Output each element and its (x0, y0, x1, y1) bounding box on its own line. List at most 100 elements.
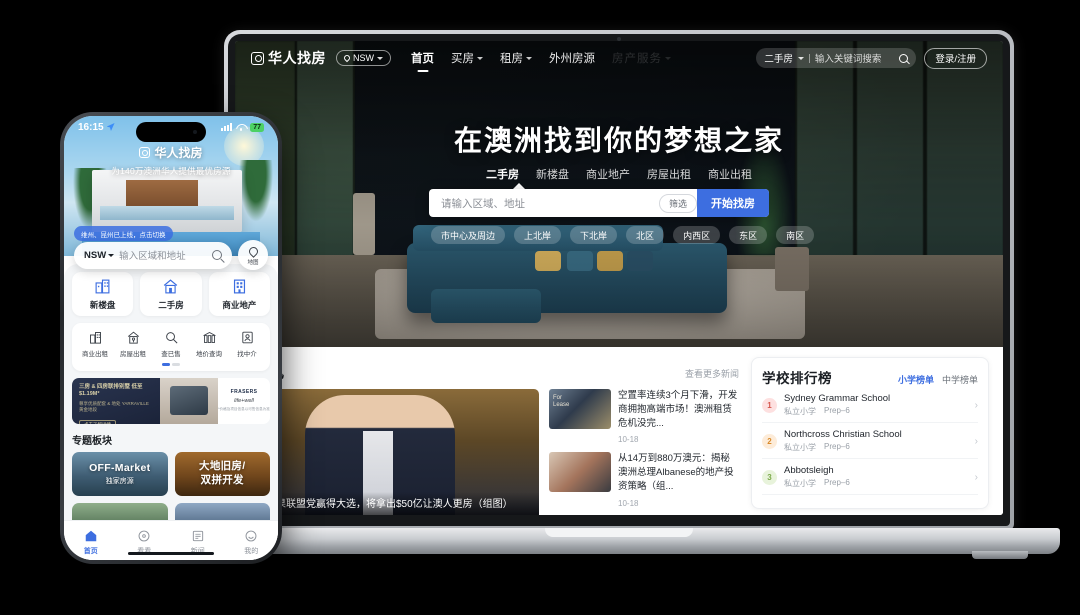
quick-links-row: 商业出租 房屋出租 查已售 地价查询 找中介 (76, 330, 266, 358)
news-thumbnail (549, 452, 611, 493)
category-label: 二手房 (158, 299, 184, 310)
school-row[interactable]: 3 Abbotsleigh 私立小学 Prep–6 › (762, 459, 978, 495)
hero-tab-house-rent[interactable]: 房屋出租 (647, 166, 691, 182)
quick-link-commercial-rent[interactable]: 商业出租 (76, 330, 114, 358)
phone-section-title: 专题板块 (72, 435, 112, 447)
laptop-screen: 华人找房 NSW 首页 买房 租房 外州房源 房产服务 二手房 输入关键词搜索 … (235, 41, 1003, 515)
map-button[interactable]: 地图 (238, 240, 268, 270)
start-search-button[interactable]: 开始找房 (697, 189, 769, 217)
tab-primary-ranking[interactable]: 小学榜单 (898, 373, 934, 386)
hero-banner: 华人找房 NSW 首页 买房 租房 外州房源 房产服务 二手房 输入关键词搜索 … (235, 41, 1003, 347)
brand-name: 华人找房 (268, 50, 326, 66)
region-selector[interactable]: NSW (336, 50, 391, 66)
nav-item-home[interactable]: 首页 (411, 50, 434, 66)
quick-link-agent[interactable]: 找中介 (228, 330, 266, 358)
category-label: 新楼盘 (89, 299, 116, 310)
advertisement-banner[interactable]: 三房 & 四房联排别墅 低至 $1.19M* 尊享优质配套 & 地处 YARRA… (72, 377, 270, 424)
decor (375, 439, 384, 485)
hero-search-input[interactable]: 请输入区域、地址 (429, 189, 659, 217)
hero-tab-new[interactable]: 新楼盘 (536, 166, 569, 182)
news-section: 资讯 查看更多新闻 ：如果联盟党赢得大选，将拿出$50亿让澳人更房（组图） (249, 357, 739, 515)
news-item-title: 从14万到880万澳元：揭秘澳洲总理Albanese的地产投资策略（组... (618, 453, 734, 492)
header-search-input[interactable]: 输入关键词搜索 (815, 51, 894, 65)
news-icon (192, 530, 203, 541)
map-button-label: 地图 (247, 259, 259, 266)
category-card-new-development[interactable]: 新楼盘 (72, 272, 134, 316)
nav-links: 首页 买房 租房 外州房源 房产服务 (411, 50, 671, 66)
nav-item-services[interactable]: 房产服务 (612, 50, 671, 66)
quick-link-sold[interactable]: 查已售 (152, 330, 190, 358)
region-chip[interactable]: 市中心及周边 (431, 226, 506, 244)
header-search[interactable]: 二手房 输入关键词搜索 (756, 48, 917, 68)
quick-link-label: 房屋出租 (120, 351, 146, 358)
hero-villa-image (92, 170, 242, 232)
tab-profile[interactable]: 我的 (225, 529, 279, 556)
topic-tile-land-development[interactable]: 大地旧房/ 双拼开发 (174, 451, 270, 496)
category-card-secondhand[interactable]: 二手房 (140, 272, 202, 316)
nav-item-buy[interactable]: 买房 (451, 50, 483, 66)
header-search-category[interactable]: 二手房 (764, 51, 793, 65)
phone-category-cards: 新楼盘 二手房 商业地产 (72, 272, 270, 316)
region-chip[interactable]: 下北岸 (570, 226, 618, 244)
chevron-down-icon (377, 56, 383, 60)
phone-search-bar[interactable]: NSW 输入区域和地址 (74, 241, 232, 269)
region-chip[interactable]: 东区 (729, 226, 768, 244)
status-time-group: 16:15 (78, 122, 115, 133)
quick-link-land-price[interactable]: 地价查询 (190, 330, 228, 358)
filter-button[interactable]: 筛选 (658, 193, 697, 213)
news-body: ：如果联盟党赢得大选，将拿出$50亿让澳人更房（组图） 空置率连续3个月下滑，开… (249, 389, 739, 515)
tab-secondary-ranking[interactable]: 中学榜单 (942, 373, 978, 386)
school-row[interactable]: 1 Sydney Grammar School 私立小学 Prep–6 › (762, 387, 978, 423)
rank-badge: 2 (762, 433, 777, 449)
ad-logo-block: FRASERS life+well *价格及项目信息以可售信息为准 (218, 377, 270, 424)
topic-tile-off-market[interactable]: OFF-Market 独家房源 (72, 451, 168, 496)
news-header: 资讯 查看更多新闻 (249, 357, 739, 382)
login-register-button[interactable]: 登录/注册 (924, 47, 987, 69)
hero-tab-secondhand[interactable]: 二手房 (486, 166, 519, 182)
search-icon[interactable] (899, 53, 909, 63)
tab-home[interactable]: 首页 (64, 529, 118, 556)
site-logo[interactable]: 华人找房 (251, 48, 326, 68)
quick-link-house-rent[interactable]: 房屋出租 (114, 330, 152, 358)
phone-brand-subtitle: 为140万澳洲华人提供最优房源 (111, 166, 231, 176)
hero-category-tabs: 二手房 新楼盘 商业地产 房屋出租 商业出租 (235, 166, 1003, 182)
chevron-down-icon (108, 253, 115, 257)
nav-right-cluster: 二手房 输入关键词搜索 登录/注册 (756, 47, 987, 69)
school-type: 私立小学 (784, 443, 816, 452)
nav-item-interstate[interactable]: 外州房源 (549, 50, 595, 66)
carousel-dots[interactable] (76, 363, 266, 366)
news-more-link[interactable]: 查看更多新闻 (685, 367, 739, 380)
news-list-item[interactable]: 空置率连续3个月下滑，开发商拥抱高端市场！澳洲租赁危机没完... 10-18 (549, 389, 739, 444)
tab-label: 我的 (244, 547, 259, 555)
chevron-down-icon (526, 56, 532, 60)
news-featured-card[interactable]: ：如果联盟党赢得大选，将拿出$50亿让澳人更房（组图） (249, 389, 539, 515)
region-switch-badge[interactable]: 维州、昆州已上线，点击切换 (74, 226, 173, 241)
hero-search-area: 请输入区域、地址 筛选 开始找房 (429, 183, 769, 217)
school-type: 私立小学 (784, 479, 816, 488)
school-row[interactable]: 2 Northcross Christian School 私立小学 Prep–… (762, 423, 978, 459)
region-chip[interactable]: 南区 (776, 226, 815, 244)
region-chip[interactable]: 北区 (626, 226, 665, 244)
region-chip[interactable]: 上北岸 (514, 226, 562, 244)
search-icon[interactable] (212, 250, 222, 260)
hero-tab-commercial[interactable]: 商业地产 (586, 166, 630, 182)
school-type: 私立小学 (784, 407, 816, 416)
hero-tab-commercial-rent[interactable]: 商业出租 (708, 166, 752, 182)
nav-label: 房产服务 (612, 53, 662, 65)
divider (808, 53, 810, 63)
tile-subtitle: 独家房源 (105, 477, 134, 485)
phone-region-selector[interactable]: NSW (84, 250, 115, 261)
news-list-item[interactable]: 从14万到880万澳元：揭秘澳洲总理Albanese的地产投资策略（组... 1… (549, 452, 739, 508)
school-name: Sydney Grammar School (784, 393, 891, 404)
region-chip[interactable]: 内西区 (673, 226, 721, 244)
ad-cta-button[interactable]: 点击了解详情 (79, 420, 116, 424)
school-ranking-panel: 学校排行榜 小学榜单 中学榜单 1 Sydney Grammar School … (751, 357, 989, 509)
ad-logo-script: life+well (234, 398, 254, 405)
nav-item-rent[interactable]: 租房 (500, 50, 532, 66)
school-meta: 私立小学 Prep–6 (784, 406, 890, 417)
phone-search-input[interactable]: 输入区域和地址 (119, 248, 207, 262)
category-card-commercial[interactable]: 商业地产 (208, 272, 270, 316)
news-item-text: 从14万到880万澳元：揭秘澳洲总理Albanese的地产投资策略（组... 1… (618, 452, 739, 507)
location-pin-icon (342, 53, 352, 63)
school-info: Sydney Grammar School 私立小学 Prep–6 (784, 393, 890, 417)
